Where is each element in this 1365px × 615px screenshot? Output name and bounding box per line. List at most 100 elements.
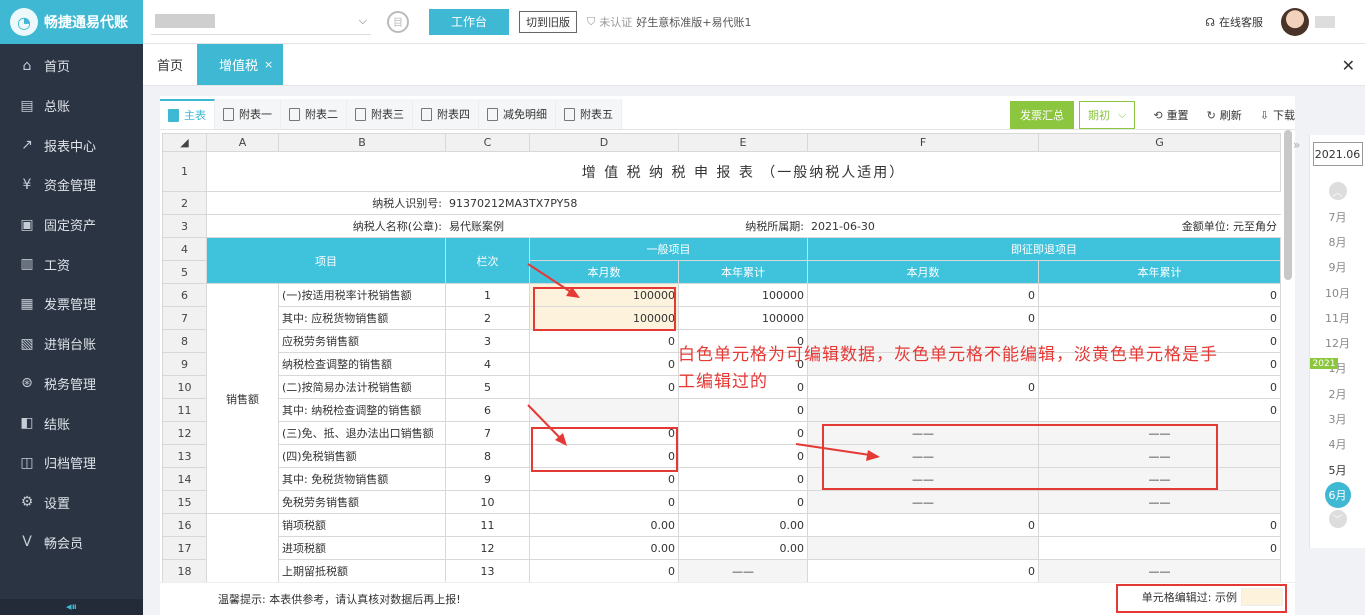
tab-main-sheet[interactable]: 主表 — [160, 99, 215, 129]
month-item[interactable]: 2月 — [1310, 381, 1365, 406]
shield-icon: ⛉ — [587, 14, 596, 28]
cell-f[interactable]: 0 — [807, 513, 1039, 537]
sidebar-item-home[interactable]: ⌂ 首页 — [0, 46, 143, 86]
reset-button[interactable]: ⟲ 重置 — [1153, 107, 1188, 123]
user-name-redacted[interactable] — [1315, 16, 1335, 28]
cell-d[interactable]: 0 — [529, 559, 679, 583]
cell-e[interactable]: 0 — [678, 398, 808, 422]
sidebar-item-inventory[interactable]: ▧ 进销台账 — [0, 324, 143, 364]
cell-g[interactable]: 0 — [1038, 283, 1281, 307]
cell-d[interactable]: 0 — [529, 490, 679, 514]
tab-schedule-1[interactable]: 附表一 — [215, 99, 281, 129]
cell-g[interactable]: 0 — [1038, 398, 1281, 422]
cell-e[interactable]: 0 — [678, 421, 808, 445]
column-header[interactable]: B — [278, 133, 446, 152]
cell-e[interactable]: 100000 — [678, 283, 808, 307]
item-label: 免税劳务销售额 — [278, 490, 446, 514]
cell-e[interactable]: 100000 — [678, 306, 808, 330]
brand[interactable]: ◔ 畅捷通易代账 — [0, 0, 143, 44]
sidebar-item-funds[interactable]: ¥ 资金管理 — [0, 165, 143, 205]
month-item[interactable]: 9月 — [1310, 255, 1365, 280]
cell-d[interactable]: 0 — [529, 467, 679, 491]
sidebar-item-settings[interactable]: ⚙ 设置 — [0, 483, 143, 523]
sidebar-item-checkout[interactable]: ◧ 结账 — [0, 403, 143, 443]
cell-e[interactable]: 0.00 — [678, 536, 808, 560]
tab-schedule-3[interactable]: 附表三 — [347, 99, 413, 129]
cell-f[interactable]: 0 — [807, 283, 1039, 307]
cell-d[interactable]: 0 — [529, 352, 679, 376]
cell-d[interactable]: 100000 — [529, 306, 679, 330]
workbench-button[interactable]: 工作台 — [429, 8, 509, 35]
month-picker: 2021.06 ︿ 7月 8月 9月 10月 11月 12月 1月 2月 3月 … — [1309, 135, 1365, 548]
month-item[interactable]: 3月 — [1310, 406, 1365, 431]
cell-d[interactable]: 0.00 — [529, 513, 679, 537]
column-header[interactable]: A — [206, 133, 279, 152]
sidebar-item-vip[interactable]: V 畅会员 — [0, 522, 143, 562]
month-item[interactable]: 12月 — [1310, 330, 1365, 355]
cell-e[interactable]: 0 — [678, 444, 808, 468]
unit-label: 金额单位: 元至角分 — [1038, 214, 1281, 238]
sidebar-item-ledger[interactable]: ▤ 总账 — [0, 86, 143, 126]
column-header[interactable]: G — [1038, 133, 1281, 152]
close-all-tabs-icon[interactable]: ✕ — [1342, 56, 1355, 75]
cell-e[interactable]: 0 — [678, 467, 808, 491]
period-dropdown[interactable]: 期初 ⌵ — [1079, 101, 1136, 129]
close-icon[interactable]: × — [264, 58, 273, 71]
tab-schedule-4[interactable]: 附表四 — [413, 99, 479, 129]
month-item[interactable]: 11月 — [1310, 305, 1365, 330]
vertical-scrollbar[interactable] — [1284, 130, 1292, 280]
month-item[interactable]: 8月 — [1310, 229, 1365, 254]
refresh-button[interactable]: ↻ 刷新 — [1207, 107, 1242, 123]
cell-d[interactable]: 0 — [529, 375, 679, 399]
sidebar-item-reports[interactable]: ↗ 报表中心 — [0, 125, 143, 165]
cell-e[interactable]: 0.00 — [678, 513, 808, 537]
cell-d[interactable]: 0.00 — [529, 536, 679, 560]
sidebar-item-invoice[interactable]: ▦ 发票管理 — [0, 284, 143, 324]
cell-g[interactable]: 0 — [1038, 306, 1281, 330]
download-button[interactable]: ⇩ 下载 — [1260, 107, 1295, 123]
cell-d[interactable]: 0 — [529, 444, 679, 468]
online-service-link[interactable]: ☊ 在线客服 — [1205, 14, 1263, 30]
tab-home[interactable]: 首页 — [143, 44, 197, 85]
chevron-up-icon[interactable]: ︿ — [1328, 182, 1347, 200]
sidebar-item-tax[interactable]: ⊛ 税务管理 — [0, 364, 143, 404]
company-select[interactable]: ⌵ — [151, 9, 371, 35]
cell-d[interactable]: 0 — [529, 329, 679, 353]
avatar[interactable] — [1281, 8, 1309, 36]
column-header[interactable]: D — [529, 133, 679, 152]
month-item-current[interactable]: 6月 — [1310, 481, 1365, 508]
tab-reduction-detail[interactable]: 减免明细 — [479, 99, 556, 129]
month-item[interactable]: 5月 — [1310, 457, 1365, 482]
cell-d[interactable]: 0 — [529, 421, 679, 445]
double-chevron-right-icon[interactable]: » — [1293, 138, 1300, 152]
switch-old-version-button[interactable]: 切到旧版 — [519, 10, 577, 33]
tab-vat[interactable]: 增值税 × — [197, 44, 284, 85]
cell-f[interactable]: 0 — [807, 306, 1039, 330]
cell-f[interactable]: 0 — [807, 559, 1039, 583]
invoice-summary-button[interactable]: 发票汇总 — [1010, 101, 1074, 129]
item-label: 销项税额 — [278, 513, 446, 537]
sidebar-item-archive[interactable]: ◫ 归档管理 — [0, 443, 143, 483]
sidebar-item-label: 报表中心 — [44, 139, 97, 155]
cell-d[interactable]: 100000 — [529, 283, 679, 307]
column-header[interactable]: C — [445, 133, 530, 152]
month-item[interactable]: 4月 — [1310, 432, 1365, 457]
month-item[interactable]: 7月 — [1310, 204, 1365, 229]
tab-schedule-5[interactable]: 附表五 — [556, 99, 622, 129]
sidebar-collapse-button[interactable]: ◂⏸ — [0, 599, 143, 615]
sidebar-item-assets[interactable]: ▣ 固定资产 — [0, 205, 143, 245]
column-header[interactable]: E — [678, 133, 808, 152]
invoice-icon: ▦ — [20, 295, 34, 312]
sidebar-item-salary[interactable]: ▥ 工资 — [0, 244, 143, 284]
tab-schedule-2[interactable]: 附表二 — [281, 99, 347, 129]
month-item[interactable]: 10月 — [1310, 280, 1365, 305]
cell-e[interactable]: 0 — [678, 490, 808, 514]
chevron-down-icon[interactable]: ﹀ — [1328, 509, 1347, 528]
ledger-circle-icon[interactable]: 目 — [387, 10, 409, 33]
reset-label: 重置 — [1166, 109, 1189, 122]
cell-g: —— — [1038, 490, 1281, 514]
cell-g[interactable]: 0 — [1038, 536, 1281, 560]
period-select[interactable]: 2021.06 — [1312, 142, 1363, 166]
column-header[interactable]: F — [807, 133, 1039, 152]
cell-g[interactable]: 0 — [1038, 513, 1281, 537]
